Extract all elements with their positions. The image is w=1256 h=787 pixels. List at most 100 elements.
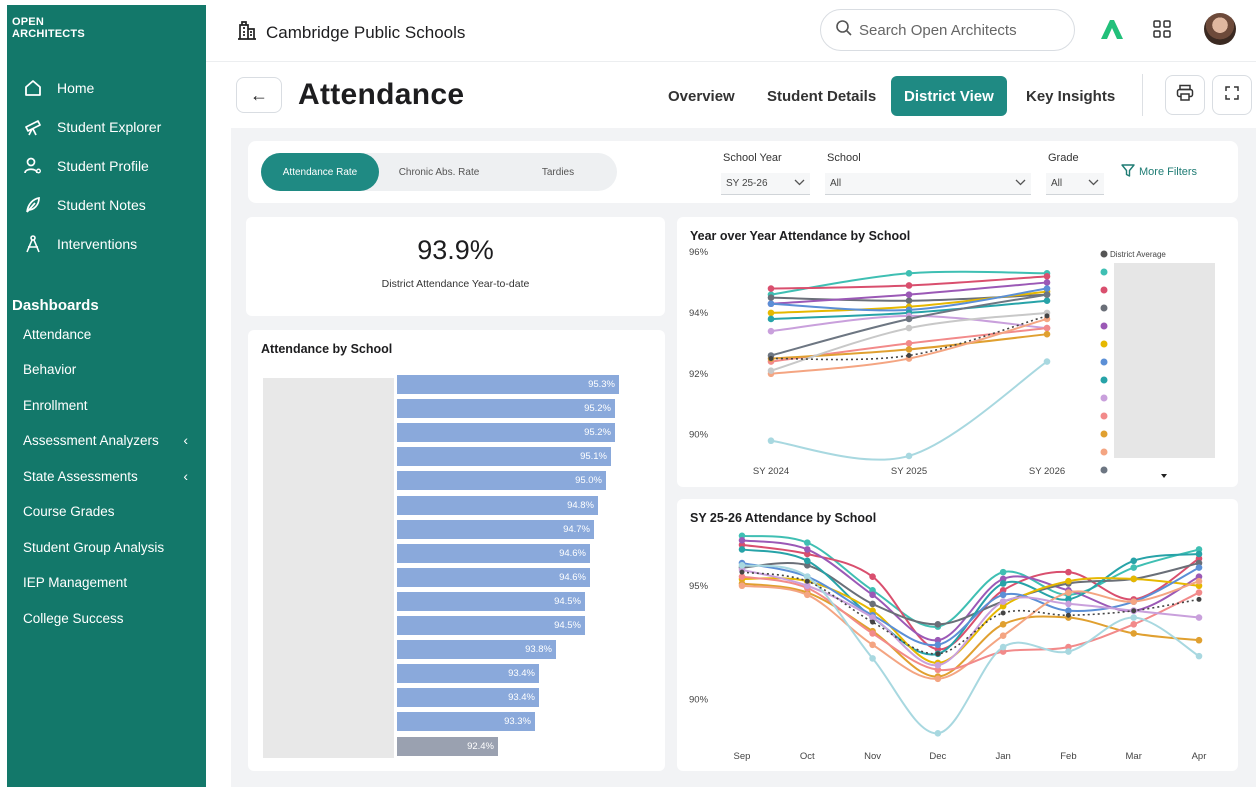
data-point [767,285,775,292]
fullscreen-button[interactable] [1212,75,1252,115]
x-tick-label: Feb [1060,751,1076,762]
data-point [1043,330,1051,338]
filter-icon [1121,164,1135,180]
bar-value-label: 94.5% [554,620,581,631]
legend-marker [1100,412,1108,420]
bar[interactable]: 92.4% [397,736,498,756]
dashboard-item-course-grades[interactable]: Course Grades [23,500,193,522]
data-point [1065,600,1072,608]
profile-icon [21,154,45,178]
data-point [1044,313,1050,319]
app-logo-icon[interactable] [1099,18,1125,45]
nav-item-home[interactable]: Home [21,75,94,101]
bar[interactable]: 94.8% [397,495,598,515]
apps-grid-icon[interactable] [1153,20,1171,43]
kpi-card: 93.9% District Attendance Year-to-date [246,217,665,316]
x-tick-label: Dec [929,751,946,762]
nav-item-interventions[interactable]: Interventions [21,231,137,257]
legend-marker [1100,250,1108,258]
dashboard-item-college-success[interactable]: College Success [23,607,193,629]
school-select[interactable]: All [825,173,1031,195]
data-point [869,591,876,599]
bar[interactable]: 93.4% [397,664,539,684]
data-point [804,578,810,584]
dashboard-item-assessment-analyzers[interactable]: Assessment Analyzers ‹ [23,429,193,451]
x-tick-label: SY 2025 [891,466,927,477]
bar[interactable]: 94.7% [397,519,594,539]
data-point [1065,612,1071,618]
bar[interactable]: 95.2% [397,423,615,443]
metric-option-attendance-rate[interactable]: Attendance Rate [261,153,379,191]
dashboard-item-iep-management[interactable]: IEP Management [23,571,193,593]
nav-item-student-profile[interactable]: Student Profile [21,153,149,179]
data-point [1043,279,1051,286]
search-input[interactable]: Search Open Architects [820,9,1075,51]
bar-value-label: 92.4% [467,740,494,752]
data-point [1130,598,1138,605]
feather-icon [21,193,45,217]
y-tick-label: 96% [689,247,709,258]
nav-item-student-explorer[interactable]: Student Explorer [21,114,161,140]
tab-student-details[interactable]: Student Details [767,76,876,116]
bar[interactable]: 93.4% [397,688,539,708]
nav-item-student-notes[interactable]: Student Notes [21,192,146,218]
school-year-select[interactable]: SY 25-26 [721,173,810,195]
data-point [869,641,876,649]
dashboard-item-student-group-analysis[interactable]: Student Group Analysis [23,536,193,558]
data-point [934,675,942,683]
dashboard-label: State Assessments [23,468,138,484]
print-button[interactable] [1165,75,1205,115]
user-avatar[interactable] [1204,13,1236,45]
data-point [905,340,913,347]
nav-label: Home [57,80,95,96]
data-point [934,621,942,628]
grade-select[interactable]: All [1046,173,1104,195]
legend-marker [1100,466,1108,474]
metric-option-chronic-abs-rate[interactable]: Chronic Abs. Rate [379,153,499,191]
bar[interactable]: 94.5% [397,591,585,611]
data-point [1130,614,1138,621]
dashboard-item-enrollment[interactable]: Enrollment [23,394,193,416]
data-point [905,270,913,277]
data-point [905,315,913,323]
legend-marker [1100,448,1108,456]
legend-marker [1100,430,1108,438]
y-tick-label: 90% [689,430,709,441]
tab-district-view[interactable]: District View [891,76,1007,116]
data-point [767,437,775,445]
data-point [869,655,876,662]
bar[interactable]: 95.3% [397,375,619,394]
data-point [803,557,811,565]
data-point [1195,550,1203,558]
bar[interactable]: 95.1% [397,447,611,467]
bar[interactable]: 94.6% [397,567,590,587]
data-point [869,600,876,608]
building-icon [236,20,258,45]
bar[interactable]: 94.6% [397,543,590,563]
dashboard-item-behavior[interactable]: Behavior [23,358,193,380]
legend-label: District Average [1110,250,1166,259]
bar[interactable]: 95.0% [397,471,606,491]
data-point [1130,564,1138,571]
dashboard-item-attendance[interactable]: Attendance [23,323,193,345]
tab-overview[interactable]: Overview [668,76,735,116]
back-button[interactable]: ← [236,77,282,113]
data-point [768,356,774,362]
brand-logo[interactable]: OPEN ARCHITECTS [12,16,85,40]
more-filters-button[interactable]: More Filters [1121,164,1197,180]
bar-value-label: 95.1% [580,451,607,463]
dashboard-item-state-assessments[interactable]: State Assessments ‹ [23,465,193,487]
bar[interactable]: 93.8% [397,640,556,660]
data-point [905,346,913,353]
data-point [1065,568,1072,576]
bar[interactable]: 93.3% [397,712,535,732]
bar-value-label: 95.2% [584,403,611,415]
bar[interactable]: 95.2% [397,399,615,419]
tab-key-insights[interactable]: Key Insights [1026,76,1115,116]
monthly-card: SY 25-26 Attendance by School 95% 90% Sep O… [677,499,1238,771]
data-point [767,327,775,335]
yoy-card: Year over Year Attendance by School 96% 9… [677,217,1238,487]
data-point [803,539,811,546]
bar[interactable]: 94.5% [397,616,585,635]
metric-option-tardies[interactable]: Tardies [499,153,617,191]
